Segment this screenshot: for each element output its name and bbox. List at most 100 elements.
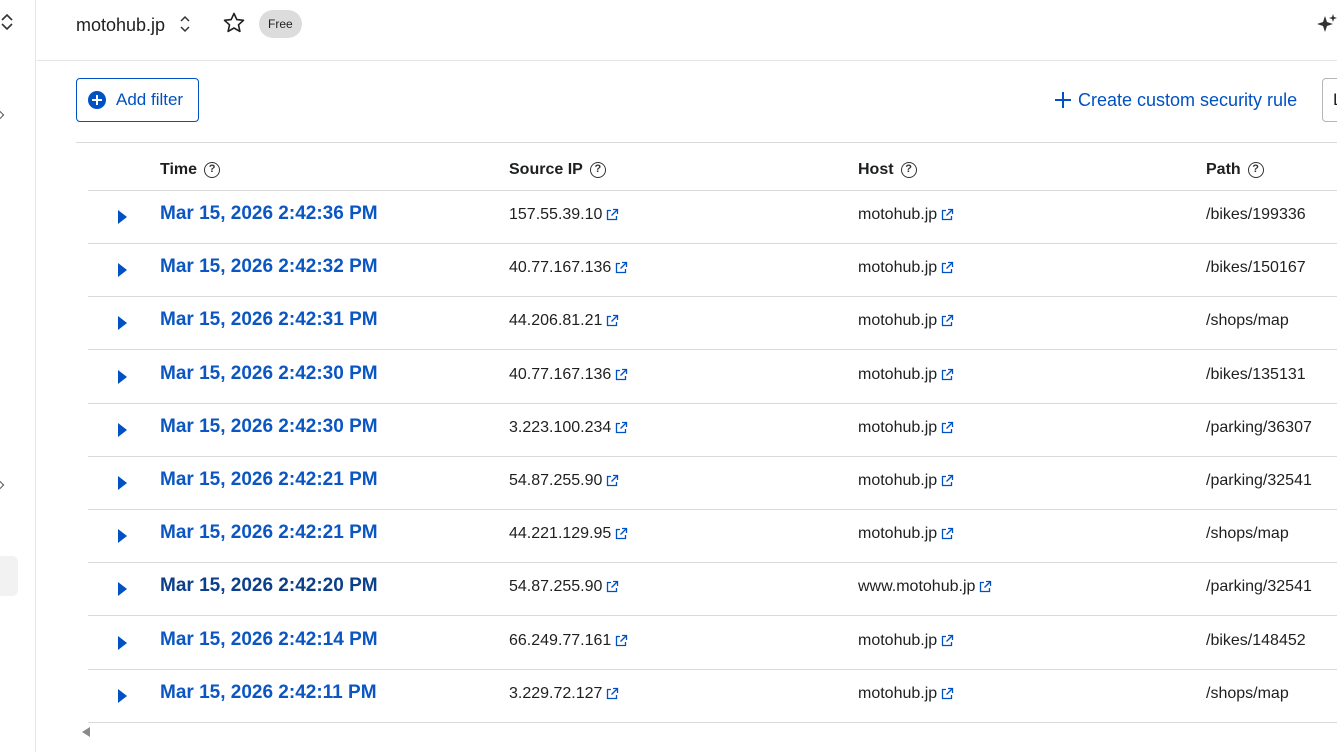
row-time-link[interactable]: Mar 15, 2026 2:42:11 PM <box>160 682 377 704</box>
scroll-left-icon[interactable] <box>82 727 90 737</box>
host-value[interactable]: motohub.jp <box>858 259 937 277</box>
question-circle-icon[interactable]: ? <box>900 162 917 178</box>
external-link-icon[interactable] <box>940 421 954 435</box>
site-name[interactable]: motohub.jp <box>76 13 165 37</box>
row-host: motohub.jp <box>858 206 954 224</box>
question-circle-icon[interactable]: ? <box>204 162 221 178</box>
path-value: /bikes/148452 <box>1206 631 1306 649</box>
host-value[interactable]: www.motohub.jp <box>858 578 975 596</box>
external-link-icon[interactable] <box>605 208 619 222</box>
row-time-link[interactable]: Mar 15, 2026 2:42:32 PM <box>160 256 378 278</box>
source-ip-value[interactable]: 157.55.39.10 <box>509 206 602 224</box>
caret-right-icon[interactable] <box>118 635 127 650</box>
external-link-icon[interactable] <box>940 368 954 382</box>
source-ip-value[interactable]: 40.77.167.136 <box>509 259 611 277</box>
external-link-icon[interactable] <box>940 687 954 701</box>
caret-right-icon[interactable] <box>118 476 127 490</box>
toolbar-overflow-button[interactable]: L <box>1322 78 1337 122</box>
caret-right-icon[interactable] <box>118 422 127 437</box>
caret-right-icon[interactable] <box>118 316 127 331</box>
host-value[interactable]: motohub.jp <box>858 632 937 650</box>
site-switcher-icon[interactable] <box>178 13 192 35</box>
source-ip-value[interactable]: 44.221.129.95 <box>509 525 611 543</box>
row-time-link[interactable]: Mar 15, 2026 2:42:21 PM <box>160 469 378 491</box>
external-link-icon[interactable] <box>940 261 954 275</box>
row-time-link[interactable]: Mar 15, 2026 2:42:14 PM <box>160 629 378 651</box>
host-value[interactable]: motohub.jp <box>858 366 937 384</box>
table-row[interactable]: Mar 15, 2026 2:42:36 PM 157.55.39.10 motoh… <box>88 191 1337 244</box>
column-header-source-ip[interactable]: Source IP ? <box>509 161 606 179</box>
source-ip-value[interactable]: 44.206.81.21 <box>509 312 602 330</box>
horizontal-scrollbar[interactable] <box>76 724 1337 740</box>
table-row[interactable]: Mar 15, 2026 2:42:21 PM 44.221.129.95 moto… <box>88 510 1337 564</box>
table-row[interactable]: Mar 15, 2026 2:42:31 PM 44.206.81.21 motoh… <box>88 297 1337 351</box>
row-time-link[interactable]: Mar 15, 2026 2:42:36 PM <box>160 203 378 225</box>
caret-right-icon[interactable] <box>118 210 127 224</box>
host-value[interactable]: motohub.jp <box>858 472 937 490</box>
chevron-updown-icon[interactable] <box>0 12 16 32</box>
create-custom-rule-link[interactable]: Create custom security rule <box>1054 88 1297 112</box>
external-link-icon[interactable] <box>605 580 619 594</box>
caret-right-icon[interactable] <box>118 529 127 544</box>
column-header-label: Source IP <box>509 161 583 178</box>
external-link-icon[interactable] <box>614 261 628 275</box>
row-time-link[interactable]: Mar 15, 2026 2:42:30 PM <box>160 416 378 438</box>
column-header-path[interactable]: Path ? <box>1206 161 1264 179</box>
host-value[interactable]: motohub.jp <box>858 419 937 437</box>
host-value[interactable]: motohub.jp <box>858 312 937 330</box>
host-value[interactable]: motohub.jp <box>858 525 937 543</box>
sidebar-active-item[interactable] <box>0 556 18 596</box>
row-path: /bikes/135131 <box>1206 366 1306 384</box>
question-circle-icon[interactable]: ? <box>1247 162 1264 178</box>
table-row[interactable]: Mar 15, 2026 2:42:32 PM 40.77.167.136 moto… <box>88 244 1337 298</box>
table-header: Time ? Source IP ? Host ? Path ? <box>88 143 1337 191</box>
source-ip-value[interactable]: 66.249.77.161 <box>509 632 611 650</box>
chevron-down-icon[interactable] <box>0 480 5 490</box>
host-value[interactable]: motohub.jp <box>858 206 937 224</box>
question-circle-icon[interactable]: ? <box>589 162 606 178</box>
source-ip-value[interactable]: 54.87.255.90 <box>509 578 602 596</box>
source-ip-value[interactable]: 54.87.255.90 <box>509 472 602 490</box>
table-row[interactable]: Mar 15, 2026 2:42:30 PM 40.77.167.136 moto… <box>88 351 1337 404</box>
external-link-icon[interactable] <box>978 580 992 594</box>
source-ip-value[interactable]: 3.223.100.234 <box>509 419 611 437</box>
caret-right-icon[interactable] <box>118 688 127 703</box>
external-link-icon[interactable] <box>940 474 954 488</box>
path-value: /bikes/150167 <box>1206 259 1306 277</box>
caret-right-icon[interactable] <box>118 582 127 597</box>
column-header-time[interactable]: Time ? <box>160 161 221 179</box>
row-time-link[interactable]: Mar 15, 2026 2:42:20 PM <box>160 575 378 597</box>
star-icon[interactable] <box>222 11 246 35</box>
path-value: /shops/map <box>1206 684 1289 702</box>
external-link-icon[interactable] <box>605 314 619 328</box>
external-link-icon[interactable] <box>940 634 954 648</box>
host-value[interactable]: motohub.jp <box>858 685 937 703</box>
add-filter-button[interactable]: Add filter <box>76 78 199 122</box>
external-link-icon[interactable] <box>940 527 954 541</box>
external-link-icon[interactable] <box>940 314 954 328</box>
row-time-link[interactable]: Mar 15, 2026 2:42:30 PM <box>160 363 378 385</box>
external-link-icon[interactable] <box>614 527 628 541</box>
caret-right-icon[interactable] <box>118 263 127 278</box>
external-link-icon[interactable] <box>614 421 628 435</box>
row-source-ip: 54.87.255.90 <box>509 472 619 490</box>
table-row[interactable]: Mar 15, 2026 2:42:30 PM 3.223.100.234 moto… <box>88 404 1337 457</box>
table-row[interactable]: Mar 15, 2026 2:42:20 PM 54.87.255.90 www.m… <box>88 563 1337 617</box>
caret-right-icon[interactable] <box>118 369 127 384</box>
external-link-icon[interactable] <box>605 687 619 701</box>
external-link-icon[interactable] <box>614 634 628 648</box>
table-row[interactable]: Mar 15, 2026 2:42:11 PM 3.229.72.127 motoh… <box>88 670 1337 723</box>
row-time-link[interactable]: Mar 15, 2026 2:42:31 PM <box>160 309 378 331</box>
external-link-icon[interactable] <box>614 368 628 382</box>
row-path: /bikes/199336 <box>1206 206 1306 224</box>
table-row[interactable]: Mar 15, 2026 2:42:14 PM 66.249.77.161 moto… <box>88 617 1337 670</box>
column-header-host[interactable]: Host ? <box>858 161 917 179</box>
source-ip-value[interactable]: 40.77.167.136 <box>509 366 611 384</box>
sparkle-icon[interactable] <box>1314 12 1337 36</box>
source-ip-value[interactable]: 3.229.72.127 <box>509 685 602 703</box>
table-row[interactable]: Mar 15, 2026 2:42:21 PM 54.87.255.90 motoh… <box>88 457 1337 510</box>
row-time-link[interactable]: Mar 15, 2026 2:42:21 PM <box>160 522 378 544</box>
chevron-down-icon[interactable] <box>0 110 5 120</box>
external-link-icon[interactable] <box>940 208 954 222</box>
external-link-icon[interactable] <box>605 474 619 488</box>
